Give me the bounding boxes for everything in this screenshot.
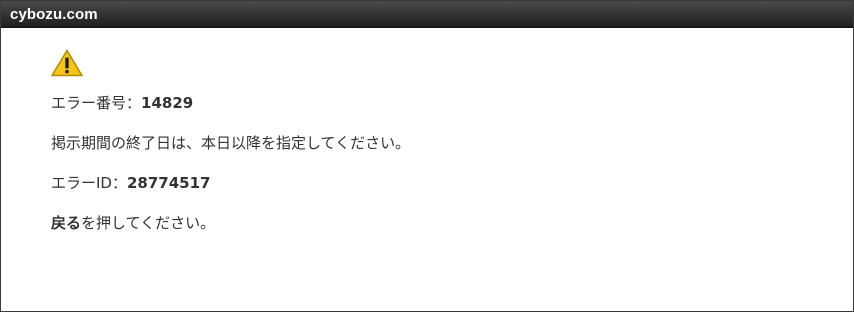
error-number-line: エラー番号：14829 — [51, 93, 410, 113]
brand-logo-text: cybozu.com — [10, 5, 98, 23]
warning-icon — [51, 49, 83, 77]
error-number-label: エラー番号： — [51, 94, 142, 112]
back-link[interactable]: 戻る — [51, 214, 81, 232]
error-id-value: 28774517 — [126, 174, 211, 192]
error-id-line: エラーID：28774517 — [51, 173, 410, 193]
error-panel: エラー番号：14829 掲示期間の終了日は、本日以降を指定してください。 エラー… — [51, 49, 410, 253]
header-bar: cybozu.com — [1, 1, 853, 28]
error-window: cybozu.com エラー番号：14829 掲示期間の終了日は、本日以降を指定… — [0, 0, 854, 312]
error-number-value: 14829 — [141, 94, 194, 112]
error-message: 掲示期間の終了日は、本日以降を指定してください。 — [51, 134, 411, 152]
back-instruction-text: を押してください。 — [81, 214, 216, 232]
error-id-label: エラーID： — [51, 174, 127, 192]
back-instruction: 戻るを押してください。 — [51, 213, 410, 233]
